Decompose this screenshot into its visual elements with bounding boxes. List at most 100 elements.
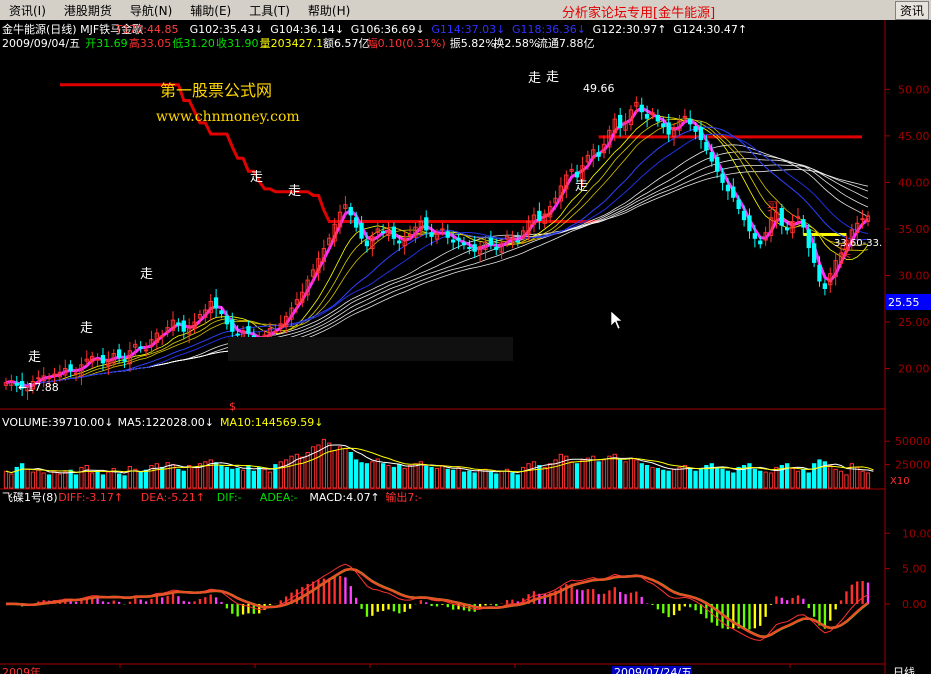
volume-bar-129 [698,467,704,489]
price-tick-label-3: 35.00 [898,223,930,236]
volume-bar-135 [731,472,736,489]
volume-bar-121 [655,467,661,489]
candle-body-18 [100,355,106,364]
volume-bar-124 [671,468,677,489]
volume-bar-140 [758,470,763,489]
line1-item-2: G102:35.43↓ [190,23,264,36]
line2-item-4: 收31.90 [216,36,259,50]
volume-bar-21 [117,473,122,489]
price-tag: 25.55 [888,296,920,309]
candle-body-87 [472,244,477,252]
menu-help[interactable]: 帮助(H) [299,2,359,19]
volume-bar-114 [618,459,623,489]
volume-bar-45 [246,465,251,489]
menu-info[interactable]: 资讯(I) [0,2,55,19]
macd-item-5: MACD:4.07↑ [309,491,379,504]
candle-body-79 [429,232,434,237]
volume-bar-67 [364,463,370,489]
volume-bar-63 [343,448,348,489]
volume-bar-98 [531,461,537,489]
candle-body-121 [655,114,661,122]
macd-item-1: DIFF:-3.17↑ [58,491,123,504]
volume-bar-155 [838,470,844,489]
menu-hk-futures[interactable]: 港股期货 [55,2,121,19]
volume-bar-24 [133,468,138,489]
volume-bar-55 [300,456,305,489]
candle-body-128 [693,126,698,132]
volume-bar-151 [817,459,822,489]
volume-bar-5 [30,471,36,489]
menu-tools[interactable]: 工具(T) [240,2,299,19]
volume-bar-14 [79,466,84,489]
volume-bar-81 [440,465,445,489]
volume-bar-112 [607,455,612,489]
candle-body-118 [639,104,644,113]
volume-bar-100 [542,466,547,489]
menu-assist[interactable]: 辅助(E) [181,2,240,19]
candle-body-32 [176,322,181,326]
volume-bars [3,438,874,489]
volume-bar-97 [526,463,531,489]
volume-bar-119 [644,465,650,489]
macd-item-4: ADEA:- [260,491,298,504]
price-tick-label-2: 30.00 [898,269,930,282]
volume-bar-62 [337,446,343,489]
line2-item-3: 低31.20 [172,37,215,50]
candle-body-134 [725,184,731,192]
candle-body-12 [68,364,73,371]
menu-navigate[interactable]: 导航(N) [121,2,181,19]
volume-bar-127 [688,468,693,489]
volume-bar-136 [736,466,741,489]
volume-bar-153 [828,465,833,489]
watermark-title: 第一股票公式网 [160,81,272,100]
volume-bar-160 [865,472,871,489]
volume-bar-52 [284,459,289,489]
volume-bar-105 [569,461,574,489]
volume-bar-61 [332,450,337,489]
candle-body-64 [348,207,353,216]
volume-bar-65 [354,459,359,489]
volume-bar-79 [429,466,434,489]
volume-bar-53 [289,455,294,489]
axis-year: 2009年 [2,665,41,674]
candle-body-110 [596,152,601,157]
volume-bar-34 [187,465,192,489]
candle-body-135 [731,186,736,198]
volume-bar-146 [790,467,795,489]
line2-item-1: 开31.69 [85,37,128,50]
macd-item-2: DEA:-5.21↑ [141,491,205,504]
dollar-mark: $ [229,400,236,413]
macd-tick-label-1: 5.00 [902,563,927,576]
volume-bar-84 [456,466,461,489]
low-label: ←17.88 [18,381,59,394]
candle-body-91 [494,247,499,250]
line1-item-6: G118:36.36↓ [512,23,586,36]
volume-bar-8 [46,474,52,489]
volume-bar-94 [510,472,515,489]
candle-body-21 [117,349,122,358]
volume-bar-7 [41,472,46,489]
volume-bar-95 [515,474,520,489]
volume-bar-19 [106,471,111,489]
line2-item-6: 额6.57亿 [323,37,370,50]
volume-bar-68 [370,461,375,489]
price-tick-label-0: 20.00 [898,363,930,376]
volume-item-2: MA10:144569.59↓ [220,416,323,429]
volume-bar-11 [63,471,68,489]
macd-tick-label-2: 10.00 [902,527,931,540]
volume-bar-29 [160,466,165,489]
walk-mark-0: 走 [28,350,41,365]
volume-bar-139 [752,468,758,489]
volume-bar-132 [715,466,720,489]
candle-body-144 [779,208,784,226]
volume-bar-83 [451,469,456,489]
macd-panel [5,563,870,642]
line2-item-10: 流通7.88亿 [537,36,595,50]
volume-bar-48 [262,468,267,489]
volume-bar-16 [90,472,95,489]
volume-bar-22 [122,475,127,489]
app-title: 分析家论坛专用[金牛能源] [562,6,716,21]
candle-body-127 [688,118,693,125]
info-button[interactable]: 资讯 [894,1,929,20]
candle-body-43 [235,333,240,336]
